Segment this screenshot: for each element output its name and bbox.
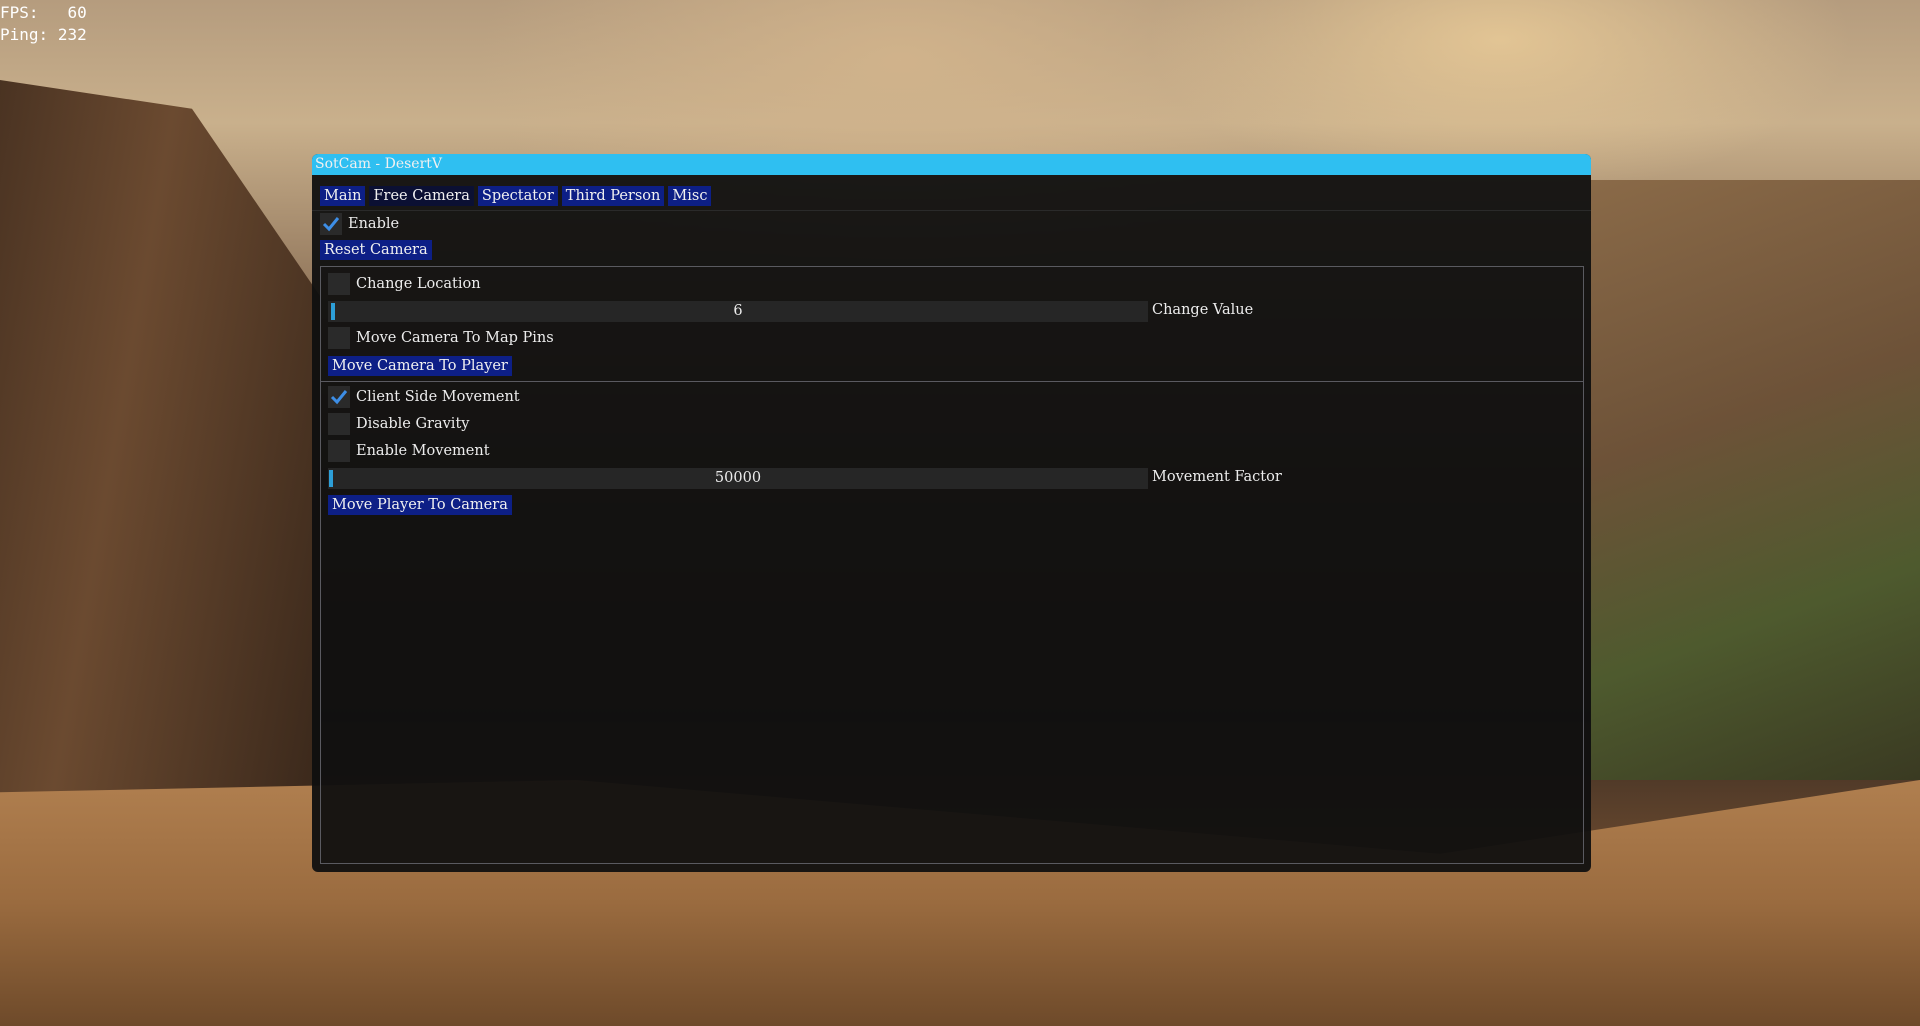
enable-checkbox-row[interactable]: Enable [320,213,399,235]
change-value-slider[interactable]: 6 [328,301,1148,322]
change-value-readout: 6 [733,303,743,319]
ping-value: 232 [57,25,87,44]
enable-movement-label: Enable Movement [356,443,490,459]
client-side-movement-label: Client Side Movement [356,389,520,405]
fps-label: FPS: [0,3,39,22]
move-player-to-camera-button[interactable]: Move Player To Camera [328,495,512,515]
tab-third-person[interactable]: Third Person [561,186,665,206]
section-divider [321,381,1583,382]
disable-gravity-checkbox[interactable] [328,413,350,435]
window-title: SotCam - DesertV [315,156,443,172]
map-pins-row[interactable]: Move Camera To Map Pins [328,327,554,349]
tab-bar-divider [312,210,1591,211]
map-pins-label: Move Camera To Map Pins [356,330,554,346]
enable-label: Enable [348,216,400,232]
tab-main[interactable]: Main [320,186,366,206]
sotcam-window: SotCam - DesertV Main Free Camera Specta… [312,154,1591,872]
enable-checkbox[interactable] [320,213,342,235]
client-side-movement-checkbox[interactable] [328,386,350,408]
window-titlebar[interactable]: SotCam - DesertV [312,154,1591,175]
map-pins-checkbox[interactable] [328,327,350,349]
client-side-movement-row[interactable]: Client Side Movement [328,386,520,408]
tab-bar: Main Free Camera Spectator Third Person … [320,186,712,206]
ping-label: Ping: [0,25,49,44]
free-camera-child-panel: Change Location 6 Change Value Move Came… [320,266,1584,864]
movement-factor-slider[interactable]: 50000 [328,468,1148,489]
change-location-label: Change Location [356,276,481,292]
disable-gravity-row[interactable]: Disable Gravity [328,413,469,435]
checkmark-icon [322,217,340,232]
move-camera-to-player-button[interactable]: Move Camera To Player [328,356,512,376]
change-value-label: Change Value [1152,302,1254,318]
change-location-checkbox[interactable] [328,273,350,295]
fps-value: 60 [67,3,87,22]
enable-movement-row[interactable]: Enable Movement [328,440,490,462]
tab-free-camera[interactable]: Free Camera [369,186,474,206]
background-island [1590,180,1920,780]
disable-gravity-label: Disable Gravity [356,416,470,432]
tab-misc[interactable]: Misc [668,186,712,206]
reset-camera-button[interactable]: Reset Camera [320,240,432,260]
tab-spectator[interactable]: Spectator [477,186,558,206]
change-location-row[interactable]: Change Location [328,273,481,295]
checkmark-icon [330,390,348,405]
enable-movement-checkbox[interactable] [328,440,350,462]
hud-overlay: FPS: 60 Ping: 232 [0,2,87,46]
window-content: Main Free Camera Spectator Third Person … [312,175,1591,872]
movement-factor-label: Movement Factor [1152,469,1282,485]
movement-factor-readout: 50000 [714,470,762,486]
background-rock [0,80,320,800]
